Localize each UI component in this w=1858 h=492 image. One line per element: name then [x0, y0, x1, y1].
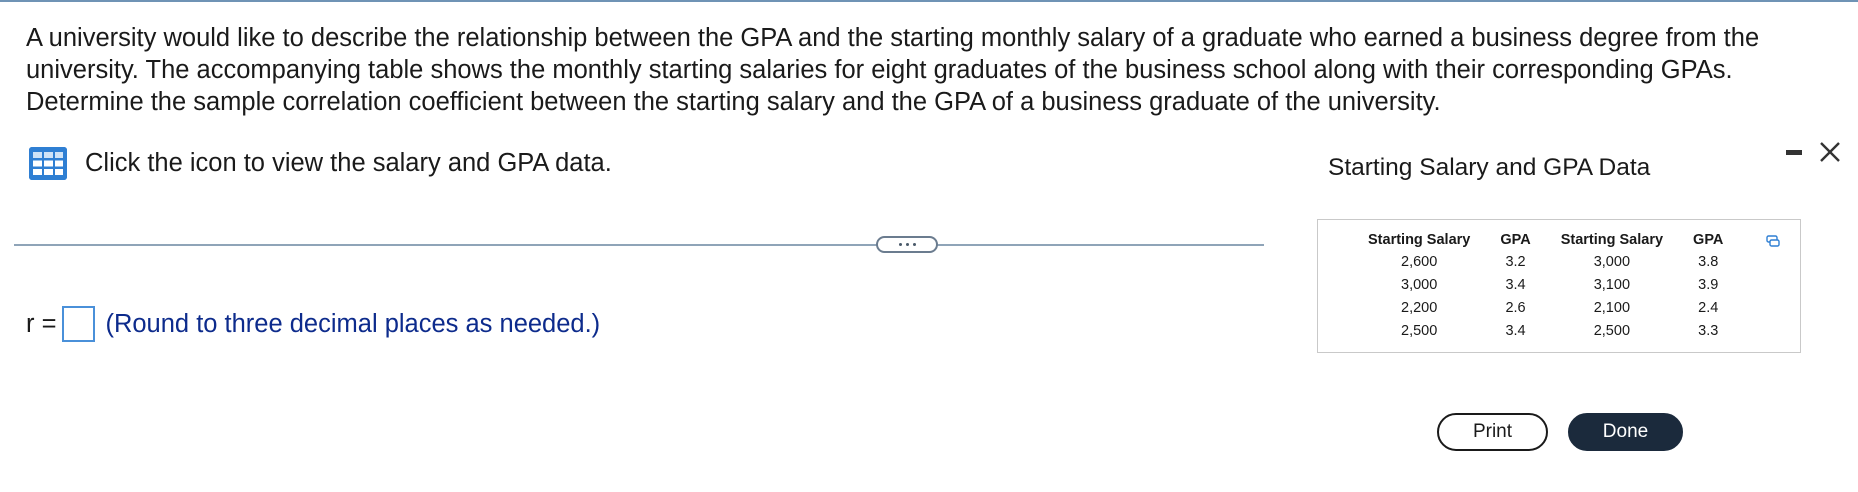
- table-cell: 2,500: [1401, 322, 1438, 339]
- minimize-icon[interactable]: [1786, 150, 1802, 155]
- table-cell: 3.9: [1698, 276, 1719, 293]
- table-cell: 2,100: [1593, 299, 1631, 316]
- table-cell: 3,000: [1401, 276, 1438, 293]
- question-text: A university would like to describe the …: [26, 24, 1760, 116]
- rounding-hint: (Round to three decimal places as needed…: [105, 309, 601, 338]
- table-cell: 3.8: [1698, 253, 1719, 270]
- close-icon[interactable]: [1817, 139, 1843, 165]
- r-answer-input[interactable]: [62, 306, 96, 342]
- ellipsis-dot: [898, 243, 902, 246]
- panel-title: Starting Salary and GPA Data: [1328, 154, 1651, 181]
- print-button[interactable]: Print: [1437, 413, 1548, 451]
- r-label: r =: [26, 309, 57, 338]
- column-header: GPA: [1500, 232, 1531, 248]
- ellipsis-dot: [905, 243, 909, 246]
- view-data-link[interactable]: Click the icon to view the salary and GP…: [29, 146, 612, 180]
- view-data-link-text[interactable]: Click the icon to view the salary and GP…: [85, 149, 612, 178]
- table-cell: 2,200: [1401, 299, 1438, 316]
- table-cell: 3,000: [1593, 253, 1631, 270]
- salary-gpa-table: Starting Salary GPA Starting Salary GPA …: [1368, 230, 1738, 342]
- done-button[interactable]: Done: [1568, 413, 1683, 451]
- table-row: 2,200 2.6 2,100 2.4: [1368, 296, 1738, 319]
- table-cell: 3.3: [1698, 322, 1719, 339]
- table-cell: 3.4: [1505, 322, 1526, 339]
- column-header: Starting Salary: [1368, 232, 1471, 248]
- table-cell: 3,100: [1593, 276, 1631, 293]
- table-icon[interactable]: [29, 146, 67, 180]
- answer-row: r = (Round to three decimal places as ne…: [26, 304, 600, 344]
- section-divider: [14, 244, 1264, 246]
- table-row: 2,500 3.4 2,500 3.3: [1368, 319, 1738, 342]
- copy-icon[interactable]: [1766, 235, 1780, 247]
- table-cell: 2,500: [1593, 322, 1631, 339]
- top-rule: [0, 0, 1858, 2]
- table-row: 2,600 3.2 3,000 3.8: [1368, 250, 1738, 273]
- ellipsis-dot: [912, 243, 916, 246]
- table-header-row: Starting Salary GPA Starting Salary GPA: [1368, 230, 1738, 250]
- expand-ellipsis-button[interactable]: [876, 236, 938, 253]
- table-cell: 3.2: [1505, 253, 1526, 270]
- column-header: GPA: [1693, 232, 1724, 248]
- column-header: Starting Salary: [1560, 232, 1664, 248]
- table-cell: 2.6: [1505, 299, 1526, 316]
- table-cell: 2,600: [1401, 253, 1438, 270]
- table-cell: 3.4: [1505, 276, 1526, 293]
- data-table-container: Starting Salary GPA Starting Salary GPA …: [1317, 219, 1801, 353]
- table-cell: 2.4: [1698, 299, 1719, 316]
- table-row: 3,000 3.4 3,100 3.9: [1368, 273, 1738, 296]
